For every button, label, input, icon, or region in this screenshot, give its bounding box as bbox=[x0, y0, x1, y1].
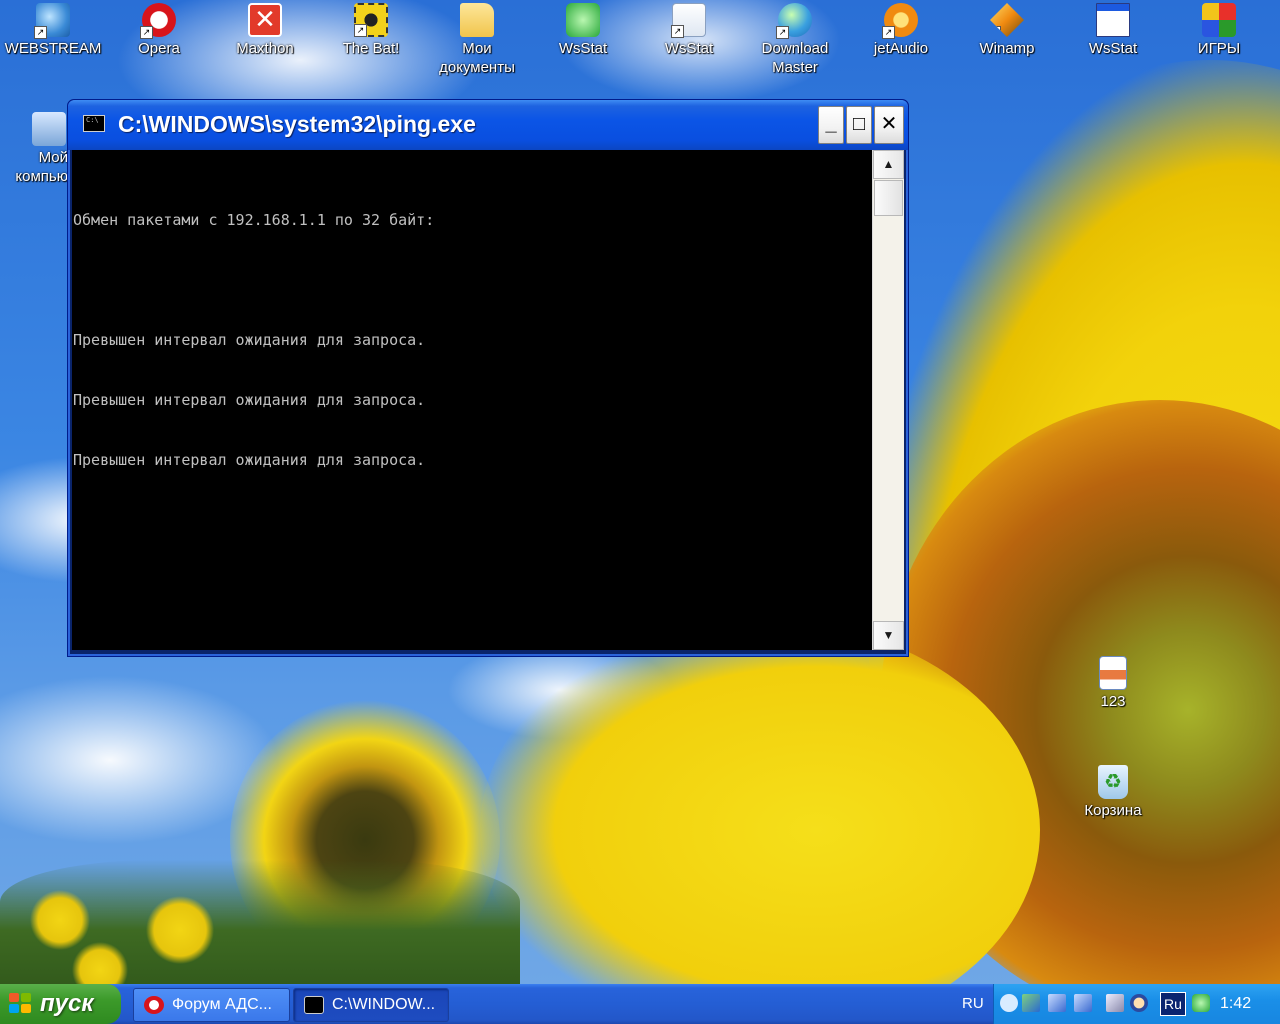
desktop-icon-label: Opera bbox=[138, 40, 180, 57]
desktop-icon-label: Winamp bbox=[979, 40, 1035, 57]
opera-icon: ↗ bbox=[140, 3, 176, 39]
taskbar: пуск Форум АДС... C:\WINDOW... RU Ru 1:4… bbox=[0, 984, 1280, 1024]
taskbar-item-console[interactable]: C:\WINDOW... bbox=[293, 988, 449, 1022]
user-agent-icon[interactable] bbox=[1130, 994, 1148, 1012]
wsstat-green-icon bbox=[566, 3, 600, 37]
tray-back-icon[interactable] bbox=[1000, 994, 1018, 1012]
desktop-icon-jetaudio[interactable]: ↗ jetAudio bbox=[849, 3, 953, 58]
scrollbar-thumb[interactable] bbox=[874, 180, 903, 216]
folder-icon bbox=[460, 3, 494, 37]
system-tray: Ru 1:42 bbox=[993, 984, 1280, 1024]
desktop-icon-maxthon[interactable]: ✕ Maxthon bbox=[213, 3, 317, 58]
clock[interactable]: 1:42 bbox=[1220, 995, 1251, 1013]
wsstat-tray-icon[interactable] bbox=[1192, 994, 1210, 1012]
desktop-icon-label: WsStat bbox=[558, 40, 608, 57]
desktop-icon-label: компью bbox=[15, 168, 68, 185]
desktop-icon-games[interactable]: ИГРЫ bbox=[1167, 3, 1271, 58]
taskbar-item-label: C:\WINDOW... bbox=[332, 996, 436, 1013]
desktop-icon-wsstat-1[interactable]: WsStat bbox=[531, 3, 635, 58]
desktop-icon-label: WsStat bbox=[1088, 40, 1138, 57]
desktop-icon-file-123[interactable]: 123 bbox=[1061, 656, 1165, 711]
winamp-icon: ↗ bbox=[990, 3, 1024, 37]
desktop-icon-label: Мои документы bbox=[439, 40, 515, 76]
window-title: C:\WINDOWS\system32\ping.exe bbox=[118, 111, 476, 137]
desktop-icon-label: WEBSTREAM bbox=[4, 40, 102, 57]
window-titlebar[interactable]: C:\ C:\WINDOWS\system32\ping.exe _ □ ✕ bbox=[68, 100, 908, 150]
desktop-icon-opera[interactable]: ↗ Opera bbox=[107, 3, 211, 58]
desktop-icon-label: WsStat bbox=[664, 40, 714, 57]
start-label: пуск bbox=[40, 990, 94, 1017]
language-indicator[interactable]: RU bbox=[962, 995, 984, 1012]
desktop-icon-label: jetAudio bbox=[873, 40, 929, 57]
desktop-icon-label: 123 bbox=[1100, 693, 1126, 710]
start-button[interactable]: пуск bbox=[0, 984, 121, 1024]
maximize-button[interactable]: □ bbox=[846, 106, 872, 144]
desktop-icon-recycle-bin[interactable]: ♻ Корзина bbox=[1061, 765, 1165, 820]
shortcut-arrow-icon: ↗ bbox=[354, 24, 367, 37]
console-line: Превышен интервал ожидания для запроса. bbox=[73, 391, 426, 409]
desktop-icon-label: ИГРЫ bbox=[1197, 40, 1241, 57]
scroll-down-button[interactable]: ▼ bbox=[873, 621, 904, 650]
games-icon bbox=[1202, 3, 1236, 37]
desktop-icon-label: Мой bbox=[38, 149, 68, 166]
download-master-icon: ↗ bbox=[776, 3, 812, 39]
close-button[interactable]: ✕ bbox=[874, 106, 904, 144]
maximize-icon: □ bbox=[852, 113, 866, 135]
shortcut-arrow-icon: ↗ bbox=[34, 26, 47, 39]
desktop-icon-wsstat-2[interactable]: ↗ WsStat bbox=[637, 3, 741, 58]
shortcut-arrow-icon: ↗ bbox=[990, 26, 1001, 37]
shortcut-arrow-icon: ↗ bbox=[671, 25, 684, 38]
console-icon bbox=[304, 996, 324, 1014]
document-icon bbox=[1099, 656, 1127, 690]
desktop-icon-winamp[interactable]: ↗ Winamp bbox=[955, 3, 1059, 58]
console-output[interactable]: Обмен пакетами с 192.168.1.1 по 32 байт:… bbox=[72, 150, 872, 650]
desktop-icon-download-master[interactable]: ↗ Download Master bbox=[743, 3, 847, 77]
wsstat-window-icon bbox=[1096, 3, 1130, 37]
computer-icon bbox=[32, 112, 66, 146]
recycle-bin-icon: ♻ bbox=[1098, 765, 1128, 799]
desktop-icon-my-computer[interactable]: Мой компью bbox=[0, 112, 68, 186]
console-line: Превышен интервал ожидания для запроса. bbox=[73, 451, 426, 469]
minimize-icon: _ bbox=[825, 113, 837, 135]
taskbar-item-label: Форум АДС... bbox=[172, 996, 272, 1013]
desktop-icon-webstream[interactable]: ↗ WEBSTREAM bbox=[1, 3, 105, 58]
shortcut-arrow-icon: ↗ bbox=[140, 26, 153, 39]
vertical-scrollbar[interactable]: ▲ ▼ bbox=[872, 150, 904, 650]
console-line: Обмен пакетами с 192.168.1.1 по 32 байт: bbox=[73, 211, 435, 229]
desktop-icon-label: Корзина bbox=[1084, 802, 1142, 819]
desktop-icon-my-documents[interactable]: Мои документы bbox=[425, 3, 529, 77]
network-connections-icon[interactable] bbox=[1022, 994, 1040, 1012]
network-connection-icon[interactable] bbox=[1048, 994, 1066, 1012]
sunflower-field bbox=[0, 860, 520, 984]
jetaudio-icon: ↗ bbox=[882, 3, 918, 39]
windows-logo-icon bbox=[9, 993, 33, 1015]
desktop-icon-the-bat[interactable]: ↗ The Bat! bbox=[319, 3, 423, 58]
console-icon[interactable]: C:\ bbox=[83, 115, 105, 132]
desktop-icon-label: Maxthon bbox=[236, 40, 294, 57]
desktop-icon-label: The Bat! bbox=[342, 40, 400, 57]
console-line: Превышен интервал ожидания для запроса. bbox=[73, 331, 426, 349]
desktop-icon-wsstat-3[interactable]: WsStat bbox=[1061, 3, 1165, 58]
opera-icon bbox=[144, 996, 164, 1014]
network-connection-2-icon[interactable] bbox=[1074, 994, 1092, 1012]
maxthon-icon: ✕ bbox=[248, 3, 282, 37]
console-window[interactable]: C:\ C:\WINDOWS\system32\ping.exe _ □ ✕ О… bbox=[67, 99, 909, 657]
arrow-up-icon: ▲ bbox=[882, 157, 895, 171]
taskbar-item-opera[interactable]: Форум АДС... bbox=[133, 988, 290, 1022]
desktop-icon-label: Download Master bbox=[761, 40, 829, 76]
close-icon: ✕ bbox=[880, 113, 898, 135]
tray-language-icon[interactable]: Ru bbox=[1160, 992, 1186, 1016]
the-bat-icon: ↗ bbox=[354, 3, 388, 37]
network-globe-icon: ↗ bbox=[34, 3, 70, 39]
wsstat-doc-icon: ↗ bbox=[671, 3, 706, 38]
shortcut-arrow-icon: ↗ bbox=[776, 26, 789, 39]
minimize-button[interactable]: _ bbox=[818, 106, 844, 144]
scroll-up-button[interactable]: ▲ bbox=[873, 150, 904, 179]
arrow-down-icon: ▼ bbox=[882, 628, 895, 642]
sound-icon[interactable] bbox=[1106, 994, 1124, 1012]
shortcut-arrow-icon: ↗ bbox=[882, 26, 895, 39]
